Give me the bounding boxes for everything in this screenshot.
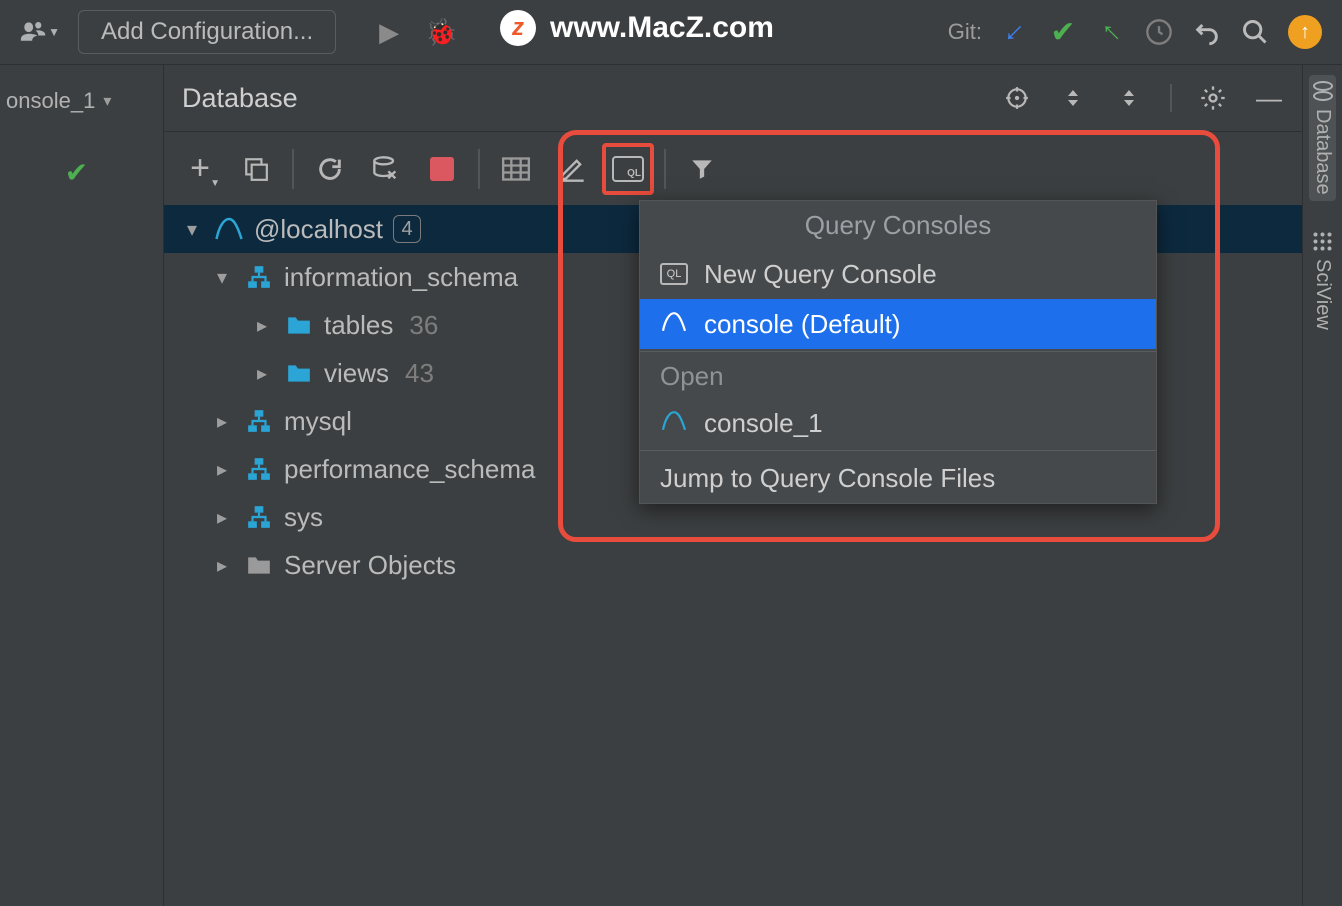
schema-icon bbox=[244, 456, 274, 482]
editor-tab-label: onsole_1 bbox=[6, 88, 95, 114]
revert-icon[interactable] bbox=[1192, 17, 1222, 47]
popup-title: Query Consoles bbox=[640, 201, 1156, 249]
panel-titlebar: Database — bbox=[164, 65, 1302, 131]
stop-icon[interactable] bbox=[416, 143, 468, 195]
top-toolbar: ▼ Add Configuration... ▶ 🐞 Git: ↓ ✔ ↑ bbox=[0, 0, 1342, 65]
folder-icon bbox=[284, 362, 314, 384]
settings-icon[interactable] bbox=[1198, 83, 1228, 113]
user-menu-icon[interactable]: ▼ bbox=[20, 17, 60, 47]
hide-panel-icon[interactable]: — bbox=[1254, 83, 1284, 113]
popup-section-open: Open bbox=[640, 354, 1156, 398]
popup-item-new-query-console[interactable]: QL New Query Console bbox=[640, 249, 1156, 299]
database-toolbar: + ▼ QL bbox=[164, 131, 1302, 205]
popup-separator bbox=[640, 351, 1156, 352]
popup-item-label: console_1 bbox=[704, 408, 823, 439]
collapse-all-icon[interactable] bbox=[1114, 83, 1144, 113]
mysql-icon bbox=[660, 309, 688, 340]
table-view-icon[interactable] bbox=[490, 143, 542, 195]
tree-node-label: performance_schema bbox=[284, 454, 535, 485]
panel-title: Database bbox=[182, 83, 298, 114]
target-icon[interactable] bbox=[1002, 83, 1032, 113]
schema-icon bbox=[244, 408, 274, 434]
tree-node-label: sys bbox=[284, 502, 323, 533]
popup-item-label: Jump to Query Console Files bbox=[660, 463, 995, 494]
search-icon[interactable] bbox=[1240, 17, 1270, 47]
right-tab-database[interactable]: Database bbox=[1309, 75, 1336, 201]
right-tool-bar: Database SciView bbox=[1302, 65, 1342, 906]
git-label: Git: bbox=[948, 19, 982, 45]
expand-all-icon[interactable] bbox=[1058, 83, 1088, 113]
duplicate-icon[interactable] bbox=[230, 143, 282, 195]
popup-item-console-default[interactable]: console (Default) bbox=[640, 299, 1156, 349]
popup-item-label: console (Default) bbox=[704, 309, 901, 340]
tree-node-label: views bbox=[324, 358, 389, 389]
problems-ok-icon[interactable]: ✔ bbox=[0, 137, 153, 207]
add-configuration-button[interactable]: Add Configuration... bbox=[78, 10, 336, 54]
history-icon[interactable] bbox=[1144, 17, 1174, 47]
folder-icon bbox=[244, 554, 274, 576]
popup-item-console1[interactable]: console_1 bbox=[640, 398, 1156, 448]
tree-node-count: 36 bbox=[409, 310, 438, 341]
editor-tab-console1[interactable]: onsole_1 ▾ bbox=[0, 65, 163, 137]
popup-separator bbox=[640, 450, 1156, 451]
git-pull-icon[interactable]: ↓ bbox=[994, 11, 1036, 53]
query-console-icon[interactable]: QL bbox=[602, 143, 654, 195]
git-commit-icon[interactable]: ✔ bbox=[1048, 17, 1078, 47]
mysql-icon bbox=[660, 408, 688, 439]
database-icon bbox=[1313, 81, 1333, 103]
tree-node-label: Server Objects bbox=[284, 550, 456, 581]
mysql-icon bbox=[214, 216, 244, 242]
git-push-icon[interactable]: ↑ bbox=[1090, 11, 1132, 53]
tree-node-label: tables bbox=[324, 310, 393, 341]
edit-icon[interactable] bbox=[546, 143, 598, 195]
add-datasource-icon[interactable]: + ▼ bbox=[174, 143, 226, 195]
popup-item-label: New Query Console bbox=[704, 259, 937, 290]
ide-update-icon[interactable] bbox=[1288, 15, 1322, 49]
query-consoles-popup: Query Consoles QL New Query Console cons… bbox=[639, 200, 1157, 504]
folder-icon bbox=[284, 314, 314, 336]
refresh-icon[interactable] bbox=[304, 143, 356, 195]
query-console-icon: QL bbox=[660, 263, 688, 285]
grid-icon bbox=[1312, 231, 1334, 253]
tree-node-server-objects[interactable]: ▸ Server Objects bbox=[164, 541, 1302, 589]
tree-node-label: information_schema bbox=[284, 262, 518, 293]
left-sidebar: onsole_1 ▾ ✔ bbox=[0, 65, 164, 906]
debug-icon[interactable]: 🐞 bbox=[426, 17, 456, 47]
filter-icon[interactable] bbox=[676, 143, 728, 195]
data-source-properties-icon[interactable] bbox=[360, 143, 412, 195]
schema-icon bbox=[244, 504, 274, 530]
popup-item-jump-to-files[interactable]: Jump to Query Console Files bbox=[640, 453, 1156, 503]
tree-node-count: 4 bbox=[393, 215, 421, 243]
right-tab-sciview[interactable]: SciView bbox=[1311, 231, 1334, 330]
tree-node-label: mysql bbox=[284, 406, 352, 437]
tree-node-count: 43 bbox=[405, 358, 434, 389]
run-icon[interactable]: ▶ bbox=[374, 17, 404, 47]
schema-icon bbox=[244, 264, 274, 290]
tree-node-label: @localhost bbox=[254, 214, 383, 245]
